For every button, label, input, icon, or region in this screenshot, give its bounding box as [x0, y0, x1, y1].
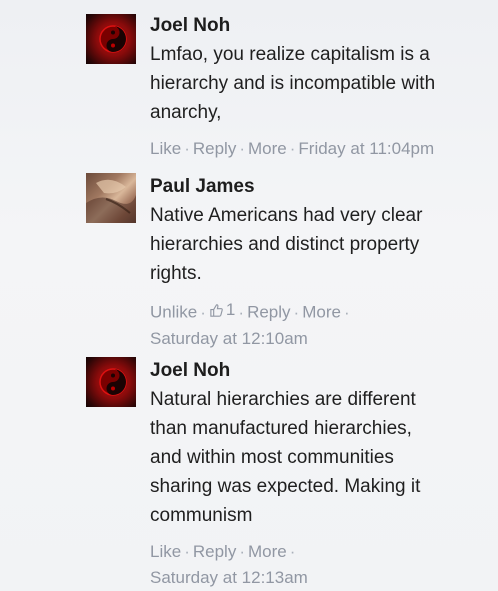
avatar[interactable]	[86, 14, 136, 64]
comment-thread: Joel Noh Lmfao, you realize capitalism i…	[0, 0, 498, 591]
separator: ·	[238, 302, 245, 322]
comment-text-line: Lmfao, you realize capitalism is a	[150, 44, 430, 65]
comment-actions: Like · Reply · More · Saturday at 12:13am	[150, 539, 495, 591]
comment-author[interactable]: Joel Noh	[150, 360, 495, 382]
yin-yang-icon	[99, 368, 127, 396]
comment-text: Natural hierarchies are different than m…	[150, 385, 495, 530]
reply-link[interactable]: Reply	[247, 303, 290, 322]
comment-text: Native Americans had very clear hierarch…	[150, 201, 495, 288]
comment-text-line: hierarchy and is incompatible with	[150, 73, 436, 94]
comment-actions: Unlike · 1 · Reply · More · Saturday at 12:10am	[150, 297, 495, 352]
more-link[interactable]: More	[248, 542, 287, 561]
like-count[interactable]: 1	[209, 297, 235, 323]
comment-text-line: communism	[150, 505, 253, 526]
comment-actions: Like · Reply · More · Friday at 11:04pm	[150, 136, 495, 162]
unlike-link[interactable]: Unlike	[150, 303, 197, 322]
avatar[interactable]	[86, 357, 136, 407]
comment-author[interactable]: Paul James	[150, 176, 495, 198]
comment-text-line: rights.	[150, 263, 202, 284]
like-count-value: 1	[225, 300, 236, 319]
timestamp[interactable]: Saturday at 12:10am	[150, 329, 308, 348]
separator: ·	[184, 542, 190, 561]
avatar[interactable]	[86, 173, 136, 223]
comment-text-line: and within most communities	[150, 447, 394, 468]
profile-photo-icon	[86, 179, 136, 223]
timestamp[interactable]: Saturday at 12:13am	[150, 568, 308, 587]
thumbs-up-icon	[210, 303, 223, 317]
yin-yang-icon	[99, 25, 127, 53]
like-link[interactable]: Like	[150, 139, 181, 158]
separator: ·	[293, 302, 300, 322]
separator: ·	[289, 139, 296, 158]
reply-link[interactable]: Reply	[193, 139, 236, 158]
comment-author[interactable]: Joel Noh	[150, 15, 495, 37]
reply-link[interactable]: Reply	[193, 542, 236, 561]
comment-text-line: than manufactured hierarchies,	[150, 418, 412, 439]
separator: ·	[343, 302, 350, 322]
comment-text: Lmfao, you realize capitalism is a hiera…	[150, 40, 495, 127]
comment-text-line: Native Americans had very clear	[150, 205, 423, 226]
separator: ·	[184, 139, 190, 158]
comment-text-line: anarchy,	[150, 102, 222, 123]
separator: ·	[239, 139, 245, 158]
separator: ·	[200, 302, 206, 322]
separator: ·	[289, 542, 296, 561]
separator: ·	[239, 542, 245, 561]
like-link[interactable]: Like	[150, 542, 181, 561]
comment-text-line: sharing was expected. Making it	[150, 476, 421, 497]
comment-text-line: Natural hierarchies are different	[150, 389, 416, 410]
more-link[interactable]: More	[302, 303, 341, 322]
timestamp[interactable]: Friday at 11:04pm	[298, 139, 434, 158]
comment-text-line: hierarchies and distinct property	[150, 234, 420, 255]
more-link[interactable]: More	[248, 139, 287, 158]
